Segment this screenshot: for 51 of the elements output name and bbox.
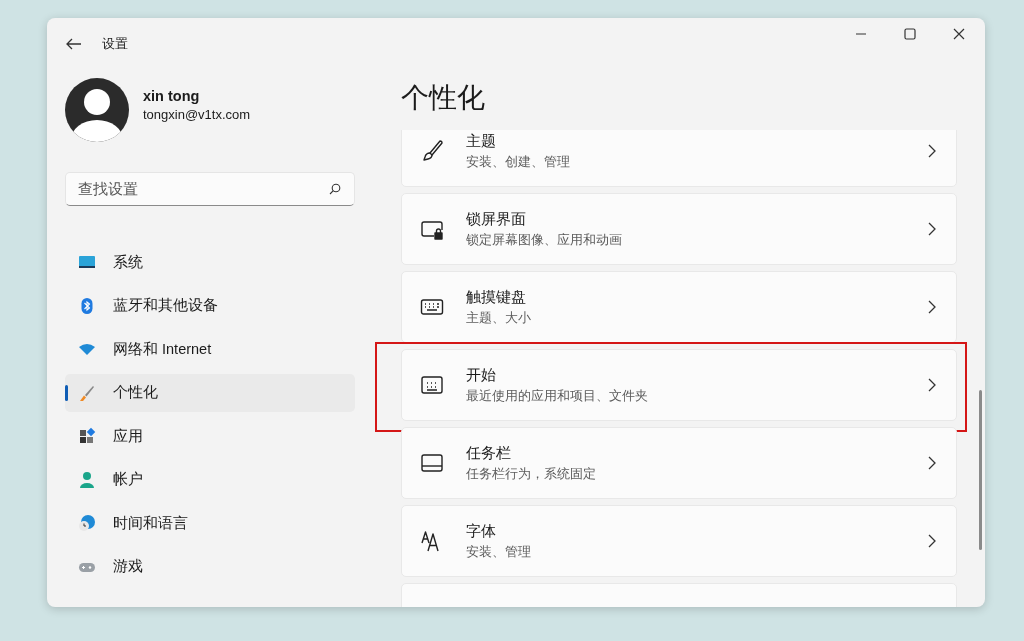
sidebar-item[interactable]: 时间和语言 [65,504,355,542]
chevron-right-icon [928,222,936,236]
bluetooth-icon [78,296,96,315]
settings-card[interactable]: 主题 安装、创建、管理 [401,130,957,187]
person-icon [78,470,96,489]
chevron-right-icon [928,534,936,548]
monitor-icon [78,253,96,271]
brush-icon [78,383,96,402]
sidebar-item[interactable]: 系统 [65,243,355,281]
brush-icon [420,139,444,163]
close-icon[interactable] [953,28,965,40]
card-subtitle: 安装、创建、管理 [466,153,571,171]
sidebar-item[interactable]: 蓝牙和其他设备 [65,286,355,325]
card-title: 字体 [466,521,497,541]
scrollbar[interactable] [979,390,982,550]
card-title: 主题 [466,131,497,151]
settings-card[interactable]: 任务栏 任务栏行为，系统固定 [401,427,957,499]
card-title: 开始 [466,365,497,385]
user-email: tongxin@v1tx.com [143,107,251,122]
sidebar-item[interactable]: 游戏 [65,547,355,586]
search-field[interactable]: 查找设置 [65,172,355,206]
settings-card[interactable]: 开始 最近使用的应用和项目、文件夹 [401,349,957,421]
settings-card[interactable]: 字体 安装、管理 [401,505,957,577]
card-subtitle: 主题、大小 [466,309,532,327]
sidebar-item[interactable]: 帐户 [65,460,355,499]
card-subtitle: 任务栏行为，系统固定 [466,465,597,483]
sidebar-item[interactable]: 应用 [65,417,355,455]
settings-card[interactable]: 锁屏界面 锁定屏幕图像、应用和动画 [401,193,957,265]
card-subtitle: 最近使用的应用和项目、文件夹 [466,387,649,405]
taskbar-icon [420,451,444,475]
back-arrow-icon[interactable] [66,38,82,50]
sidebar-item[interactable]: 网络和 Internet [65,330,355,368]
maximize-icon[interactable] [904,28,916,40]
search-icon[interactable] [329,183,341,195]
chevron-right-icon [928,300,936,314]
sidebar-item[interactable]: 个性化 [65,373,355,412]
chevron-right-icon [928,144,936,158]
clock-icon [78,514,96,532]
window-title: 设置 [102,35,128,53]
card-title: 触摸键盘 [466,287,527,307]
settings-card[interactable]: 触摸键盘 主题、大小 [401,271,957,343]
card-title: 锁屏界面 [466,209,527,229]
page-title: 个性化 [401,81,486,115]
card-subtitle: 安装、管理 [466,543,532,561]
apps-icon [78,427,96,445]
user-name: xin tong [143,88,201,104]
start-menu-icon [420,373,444,397]
card-title: 任务栏 [466,443,512,463]
card-subtitle: 锁定屏幕图像、应用和动画 [466,231,623,249]
chevron-right-icon [928,378,936,392]
chevron-right-icon [928,456,936,470]
